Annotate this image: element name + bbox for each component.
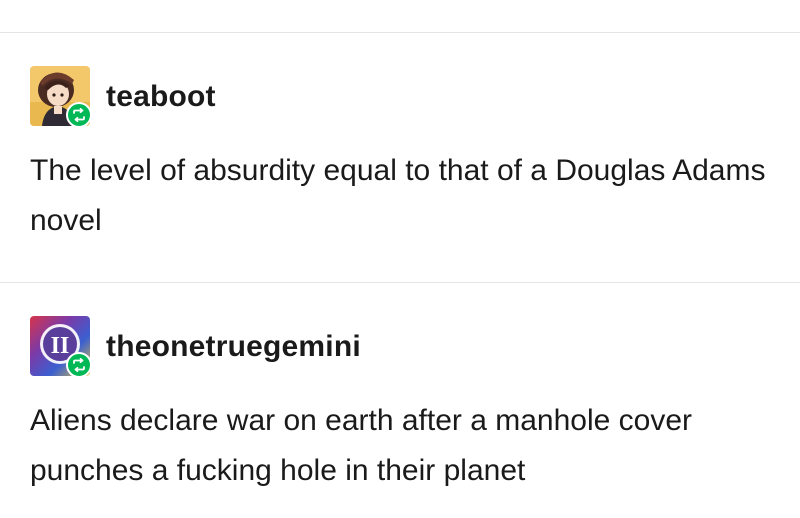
post-text: The level of absurdity equal to that of … bbox=[30, 154, 766, 237]
post-header: teaboot bbox=[30, 66, 790, 128]
reblog-icon bbox=[73, 358, 85, 372]
username[interactable]: teaboot bbox=[106, 80, 216, 114]
username[interactable]: theonetruegemini bbox=[106, 330, 361, 364]
post-theonetruegemini: II theonetruegemini Aliens declare war o… bbox=[30, 316, 790, 496]
top-divider bbox=[0, 32, 800, 33]
reblog-badge bbox=[66, 352, 92, 378]
post-text: Aliens declare war on earth after a manh… bbox=[30, 404, 693, 487]
gemini-glyph: II bbox=[51, 333, 70, 359]
post-body: The level of absurdity equal to that of … bbox=[30, 146, 770, 246]
reblog-icon bbox=[73, 108, 85, 122]
post-header: II theonetruegemini bbox=[30, 316, 790, 378]
post-body: Aliens declare war on earth after a manh… bbox=[30, 396, 770, 496]
reblog-badge bbox=[66, 102, 92, 128]
post-teaboot: teaboot The level of absurdity equal to … bbox=[30, 66, 790, 246]
post-divider bbox=[0, 282, 800, 283]
